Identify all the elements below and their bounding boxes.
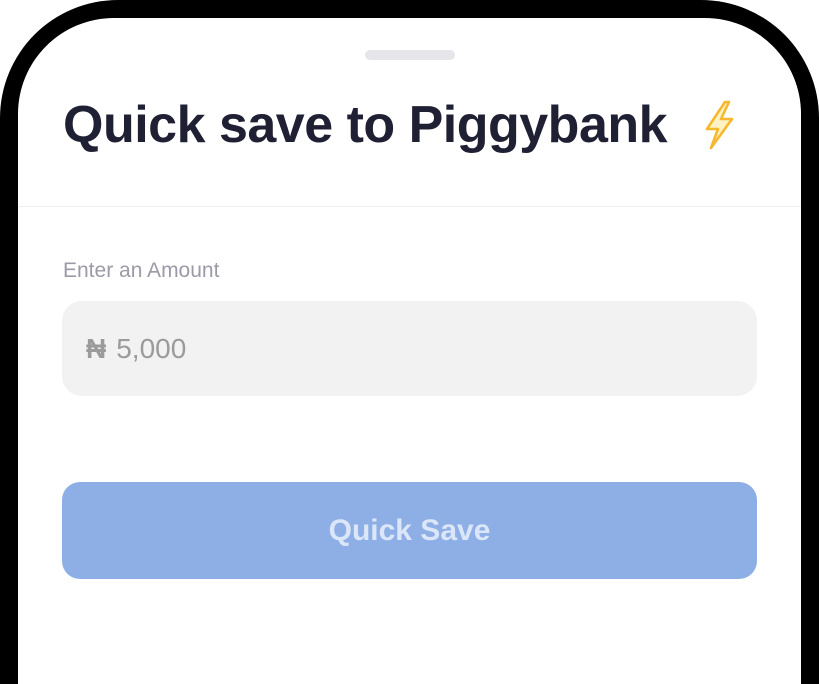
amount-field-label: Enter an Amount — [63, 259, 220, 282]
sheet-grab-handle[interactable] — [365, 50, 455, 60]
app-viewport: Quick save to Piggybank Enter an Amount … — [0, 0, 819, 684]
quick-save-label: Quick Save — [328, 513, 491, 547]
sheet-title-text: Quick save to Piggybank — [63, 96, 668, 154]
lightning-bolt-icon — [699, 100, 739, 150]
quick-save-button[interactable]: Quick Save — [62, 482, 757, 579]
header-divider — [18, 206, 801, 207]
amount-input[interactable]: ₦ 5,000 — [62, 301, 757, 396]
sheet-title: Quick save to Piggybank — [63, 92, 739, 158]
amount-value: 5,000 — [116, 332, 187, 364]
bottom-sheet: Quick save to Piggybank Enter an Amount … — [18, 18, 801, 684]
naira-currency-symbol: ₦ — [86, 332, 107, 364]
device-frame: Quick save to Piggybank Enter an Amount … — [0, 0, 819, 684]
